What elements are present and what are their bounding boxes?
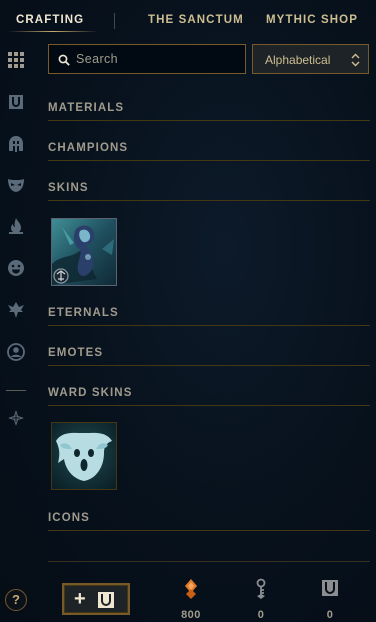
emote-icon[interactable] [6, 258, 26, 278]
footer-divider [48, 561, 370, 562]
mask-icon[interactable] [6, 175, 26, 195]
profile-icon[interactable] [6, 342, 26, 362]
ghost-ward-image [52, 423, 116, 489]
category-title-materials: MATERIALS [48, 102, 125, 114]
category-divider [48, 530, 370, 531]
category-divider [48, 160, 370, 161]
category-divider [48, 120, 370, 121]
category-divider [48, 325, 370, 326]
flame-icon[interactable] [6, 216, 26, 236]
ward-skin-tile[interactable] [51, 422, 117, 490]
skin-shard-tile[interactable] [51, 218, 117, 286]
category-title-ward-skins: WARD SKINS [48, 387, 133, 399]
key-amount: 0 [257, 609, 265, 621]
key-counter: 0 [241, 578, 281, 621]
orange-essence-counter: 800 [171, 578, 211, 621]
help-button[interactable]: ? [5, 589, 27, 611]
chevron-up-down-icon [351, 53, 360, 67]
active-tab-underline [8, 31, 98, 32]
sidebar-separator [6, 390, 26, 391]
chest-counter: 0 [310, 578, 350, 621]
chest-amount: 0 [326, 609, 334, 621]
tab-mythic-shop[interactable]: MYTHIC SHOP [266, 14, 358, 26]
chest-count-icon [322, 580, 338, 596]
champion-helmet-icon[interactable] [6, 134, 26, 154]
category-title-icons: ICONS [48, 512, 90, 524]
orange-essence-amount: 800 [181, 609, 201, 621]
category-title-emotes: EMOTES [48, 347, 104, 359]
chest-icon [98, 592, 114, 608]
ward-icon[interactable] [6, 300, 26, 320]
top-nav: CRAFTING THE SANCTUM MYTHIC SHOP [0, 0, 376, 40]
grid-icon[interactable] [6, 50, 26, 70]
category-divider [48, 365, 370, 366]
add-chest-button[interactable]: + [62, 583, 130, 615]
chest-icon[interactable] [6, 92, 26, 112]
category-title-skins: SKINS [48, 182, 89, 194]
category-divider [48, 200, 370, 201]
sort-dropdown[interactable]: Alphabetical [252, 44, 369, 74]
sort-selected-value: Alphabetical [265, 53, 331, 67]
orange-essence-icon [185, 579, 197, 599]
category-title-eternals: ETERNALS [48, 307, 119, 319]
skin-augment-icon[interactable] [6, 408, 26, 428]
tab-divider [114, 13, 115, 29]
search-input[interactable] [76, 51, 236, 67]
search-box[interactable] [48, 44, 246, 74]
skin-splash-image [52, 219, 116, 285]
key-icon [256, 578, 266, 599]
tab-the-sanctum[interactable]: THE SANCTUM [148, 14, 244, 26]
add-plus-label: + [74, 588, 86, 610]
tab-crafting[interactable]: CRAFTING [16, 14, 84, 26]
search-icon [58, 54, 70, 66]
category-divider [48, 405, 370, 406]
category-title-champions: CHAMPIONS [48, 142, 129, 154]
